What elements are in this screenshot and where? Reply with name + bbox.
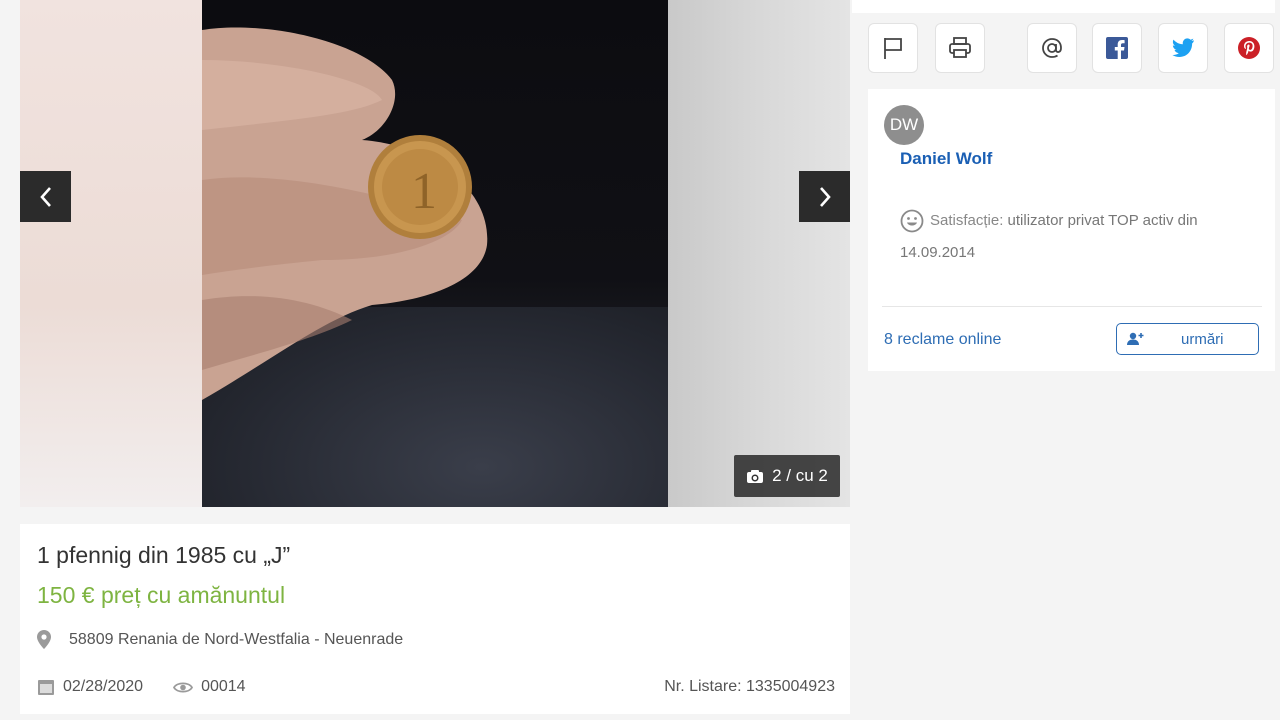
print-icon bbox=[949, 37, 971, 58]
svg-text:1: 1 bbox=[411, 163, 437, 220]
chevron-left-icon bbox=[39, 186, 51, 207]
flag-icon bbox=[884, 38, 902, 59]
gallery-blur-background-right bbox=[668, 0, 850, 507]
calendar-icon bbox=[38, 680, 54, 695]
add-user-icon bbox=[1127, 332, 1144, 345]
share-facebook-button[interactable] bbox=[1092, 23, 1142, 73]
seller-satisfaction: Satisfacție: utilizator privat TOP activ… bbox=[900, 205, 1250, 269]
image-gallery: 1 bbox=[20, 0, 850, 507]
listing-photo[interactable]: 1 bbox=[202, 0, 668, 507]
listing-location: 58809 Renania de Nord-Westfalia - Neuenr… bbox=[37, 630, 403, 649]
listing-title: 1 pfennig din 1985 cu „J” bbox=[37, 542, 291, 568]
camera-icon bbox=[747, 469, 764, 483]
seller-name-link[interactable]: Daniel Wolf bbox=[900, 149, 992, 169]
satisfaction-value: utilizator privat TOP activ din bbox=[1007, 212, 1198, 229]
gallery-next-button[interactable] bbox=[799, 171, 850, 222]
gallery-blur-background-left bbox=[20, 0, 202, 507]
listing-number: Nr. Listare: 1335004923 bbox=[664, 678, 835, 695]
report-button[interactable] bbox=[868, 23, 918, 73]
gallery-prev-button[interactable] bbox=[20, 171, 71, 222]
views-count: 00014 bbox=[201, 678, 246, 695]
share-email-button[interactable] bbox=[1027, 23, 1077, 73]
image-counter-text: 2 / cu 2 bbox=[772, 466, 828, 485]
member-since-date: 14.09.2014 bbox=[900, 244, 976, 261]
seller-card: DW Daniel Wolf Satisfacție: utilizator p… bbox=[868, 89, 1275, 371]
map-pin-icon bbox=[37, 630, 51, 649]
pinterest-icon bbox=[1238, 37, 1260, 59]
satisfaction-label: Satisfacție: bbox=[930, 212, 1004, 229]
print-button[interactable] bbox=[935, 23, 985, 73]
listing-price: 150 € preț cu amănuntul bbox=[37, 582, 286, 608]
listing-info-card: 1 pfennig din 1985 cu „J” 150 € preț cu … bbox=[20, 524, 850, 714]
date-text: 02/28/2020 bbox=[63, 678, 144, 695]
location-text: 58809 Renania de Nord-Westfalia - Neuenr… bbox=[69, 630, 404, 648]
smiley-icon bbox=[900, 209, 924, 233]
share-pinterest-button[interactable] bbox=[1224, 23, 1274, 73]
chevron-right-icon bbox=[819, 186, 831, 207]
twitter-icon bbox=[1172, 38, 1194, 57]
avatar: DW bbox=[884, 105, 924, 145]
listing-meta: 02/28/2020 00014 Nr. Listare: 1335004923 bbox=[37, 678, 835, 696]
share-twitter-button[interactable] bbox=[1158, 23, 1208, 73]
listing-date: 02/28/2020 bbox=[37, 678, 143, 696]
hand-holding-coin-image: 1 bbox=[202, 27, 488, 400]
email-at-icon bbox=[1042, 38, 1062, 58]
image-counter: 2 / cu 2 bbox=[734, 455, 840, 497]
follow-label: urmări bbox=[1181, 330, 1224, 348]
eye-icon bbox=[173, 681, 194, 693]
top-card-edge bbox=[852, 0, 1275, 13]
facebook-icon bbox=[1106, 37, 1128, 59]
seller-ads-link[interactable]: 8 reclame online bbox=[884, 331, 1001, 349]
listing-views: 00014 bbox=[173, 678, 246, 696]
follow-button[interactable]: urmări bbox=[1116, 323, 1259, 355]
divider bbox=[882, 306, 1262, 307]
